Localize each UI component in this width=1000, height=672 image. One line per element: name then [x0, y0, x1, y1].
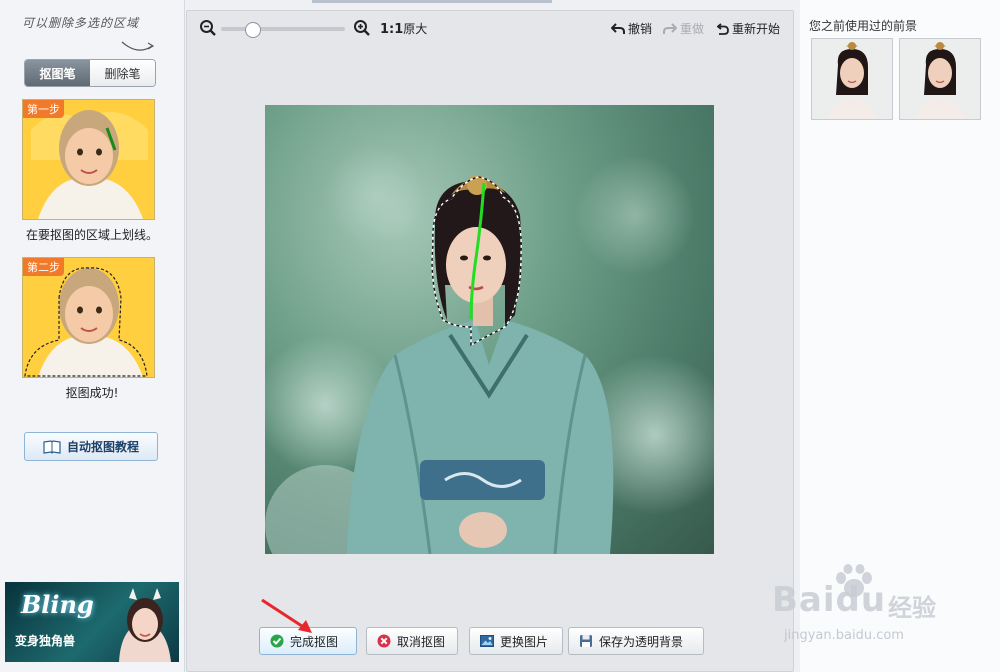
tab-erase-pen[interactable]: 删除笔: [90, 60, 155, 86]
cancel-label: 取消抠图: [397, 634, 446, 649]
watermark-cn: 经验: [888, 594, 936, 622]
editor-toolbar: 1:1原大 撤销 重做 重新开始: [187, 11, 793, 45]
watermark-url: jingyan.baidu.com: [784, 628, 904, 643]
promo-title: Bling: [21, 590, 94, 619]
redo-icon: [663, 22, 677, 34]
step2-image: 第二步: [22, 257, 155, 378]
auto-cutout-tutorial-button[interactable]: 自动抠图教程: [24, 432, 158, 461]
save-label: 保存为透明背景: [599, 634, 684, 649]
step1-image: 第一步: [22, 99, 155, 220]
tab-cutout-pen[interactable]: 抠图笔: [25, 60, 90, 86]
check-icon: [270, 634, 284, 648]
step2-badge: 第二步: [23, 258, 64, 276]
promo-banner[interactable]: Bling 变身独角兽: [5, 582, 179, 662]
hint-text: 可以删除多选的区域: [22, 16, 140, 30]
subject-photo: [265, 145, 714, 554]
step1-caption: 在要抠图的区域上划线。: [25, 228, 158, 242]
redo-button[interactable]: 重做: [663, 20, 704, 37]
ratio-label: 1:1: [380, 22, 404, 37]
restart-button[interactable]: 重新开始: [717, 20, 780, 37]
promo-portrait: [119, 588, 171, 662]
zoom-out-icon[interactable]: [199, 19, 217, 37]
step2-caption: 抠图成功!: [65, 386, 119, 400]
zoom-in-icon[interactable]: [353, 19, 371, 37]
left-panel: 可以删除多选的区域 抠图笔 删除笔 第一步 在要抠图的区域上划线。 第二步 抠图…: [0, 0, 185, 672]
step1-badge: 第一步: [23, 100, 64, 118]
recent-foregrounds-title: 您之前使用过的前景: [809, 19, 918, 33]
save-icon: [580, 635, 592, 647]
photo-canvas[interactable]: [265, 105, 714, 554]
zoom-slider-track[interactable]: [221, 27, 345, 31]
redo-label: 重做: [680, 22, 705, 36]
undo-button[interactable]: 撤销: [611, 20, 652, 37]
baidu-jingyan-watermark: Baidu 经验 jingyan.baidu.com: [766, 562, 996, 652]
replace-image-button[interactable]: 更换图片: [469, 627, 563, 655]
zoom-slider-thumb[interactable]: [245, 22, 261, 38]
save-transparent-button[interactable]: 保存为透明背景: [568, 627, 704, 655]
recent-foreground-thumb-1[interactable]: [811, 38, 893, 120]
cancel-cutout-button[interactable]: 取消抠图: [366, 627, 458, 655]
replace-label: 更换图片: [500, 634, 549, 649]
window-top-strip: [312, 0, 552, 3]
cancel-icon: [377, 634, 391, 648]
original-size-label: 原大: [403, 22, 428, 36]
restart-label: 重新开始: [732, 22, 781, 36]
image-icon: [480, 635, 494, 647]
tutorial-label: 自动抠图教程: [66, 440, 139, 454]
annotation-arrow: [261, 598, 312, 633]
book-icon: [43, 439, 61, 454]
restart-icon: [717, 22, 729, 35]
curved-arrow-icon: [121, 41, 155, 51]
original-size-button[interactable]: 1:1原大: [380, 20, 427, 37]
undo-icon: [611, 22, 625, 34]
undo-label: 撤销: [628, 22, 653, 36]
portrait-thumbnail: [812, 39, 892, 119]
recent-foreground-thumb-2[interactable]: [899, 38, 981, 120]
editor-area: 1:1原大 撤销 重做 重新开始 完成抠图 取消抠图 更换图片 保存为透明背景: [186, 10, 794, 672]
promo-subtitle: 变身独角兽: [15, 634, 76, 648]
portrait-thumbnail: [900, 39, 980, 119]
watermark-brand: Baidu: [772, 580, 887, 620]
pen-tabs: 抠图笔 删除笔: [24, 59, 156, 87]
